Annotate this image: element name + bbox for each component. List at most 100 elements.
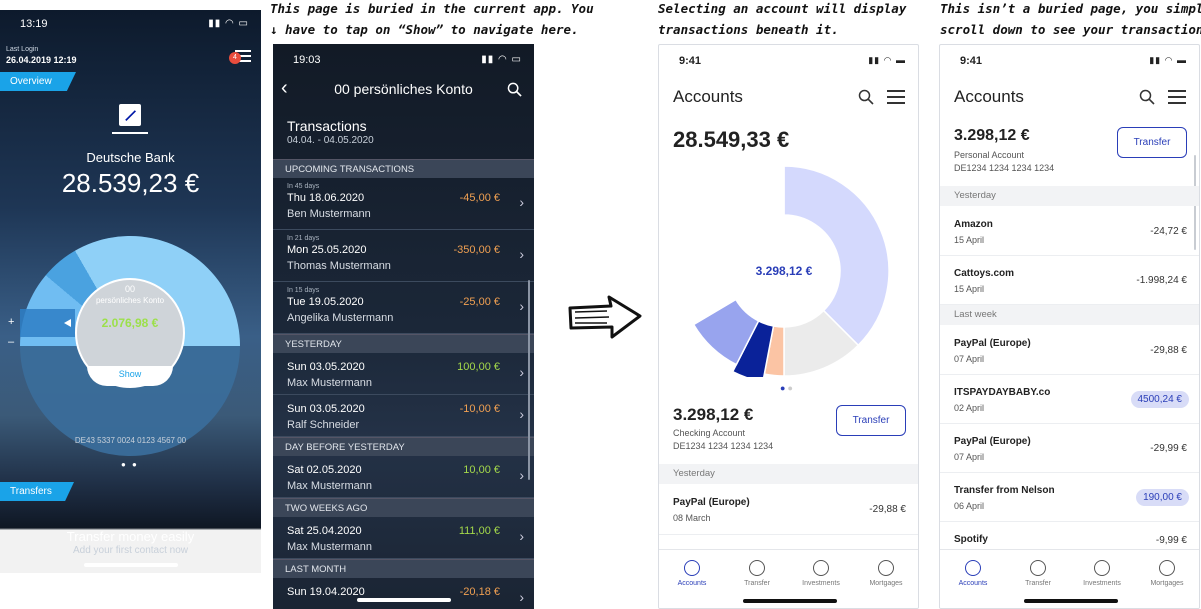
logo-underline	[112, 132, 148, 134]
transaction-date: 02 April	[954, 403, 985, 413]
account-number: 00	[124, 284, 135, 294]
nav-transfer[interactable]: Transfer	[727, 560, 787, 587]
zoom-in-button[interactable]: +	[8, 316, 14, 328]
transaction-row[interactable]: Cattoys.com 15 April -1.998,24 €	[940, 256, 1199, 305]
transaction-amount: 10,00 €	[463, 464, 500, 476]
transfer-button[interactable]: Transfer	[836, 405, 906, 436]
nav-investments[interactable]: Investments	[791, 560, 851, 587]
annotation-buried-page: This page is buried in the current app. …	[270, 0, 594, 40]
transaction-row[interactable]: PayPal (Europe) 07 April -29,99 €	[940, 424, 1199, 473]
show-button[interactable]: Show	[87, 366, 173, 386]
chevron-right-icon: ›	[519, 194, 524, 210]
transaction-name: ITSPAYDAYBABY.co	[954, 387, 1051, 398]
nav-transfer[interactable]: Transfer	[1008, 560, 1068, 587]
nav-label: Mortgages	[869, 580, 903, 587]
transaction-row[interactable]: PayPal (Europe) 08 March -29,88 €	[659, 485, 918, 535]
total-balance: 28.539,23 €	[61, 168, 200, 198]
annotation-select-account: Selecting an account will display transa…	[658, 0, 906, 40]
transaction-row[interactable]: Amazon 15 April -24,72 €	[940, 207, 1199, 256]
transaction-name: Angelika Mustermann	[287, 312, 394, 324]
nav-mortgages[interactable]: Mortgages	[1137, 560, 1197, 587]
date-range[interactable]: 04.04. - 04.05.2020	[287, 135, 374, 146]
home-indicator[interactable]	[84, 563, 178, 567]
accounts-donut-chart[interactable]: 3.298,12 €	[678, 165, 890, 377]
account-balance: 3.298,12 €	[673, 405, 754, 424]
annotation-line: This isn’t a buried page, you simply	[940, 1, 1201, 16]
page-dots: ●●	[780, 383, 795, 393]
tab-transfers[interactable]: Transfers	[0, 482, 74, 501]
section-header: Yesterday	[940, 186, 1199, 206]
mortgages-icon	[878, 560, 894, 576]
chevron-right-icon: ›	[519, 364, 524, 380]
search-icon[interactable]	[507, 82, 522, 97]
annotation-line: ↓ have to tap on “Show” to navigate here…	[270, 22, 579, 37]
account-iban: DE43 5337 0024 0123 4567 00	[74, 436, 187, 445]
section-header: Yesterday	[659, 464, 918, 484]
transaction-row[interactable]: ITSPAYDAYBABY.co 02 April 4500,24 €	[940, 375, 1199, 424]
search-icon[interactable]	[858, 89, 874, 105]
status-icons: ▮▮ ◠ ▭	[208, 18, 249, 29]
nav-label: Accounts	[958, 580, 988, 587]
nav-accounts[interactable]: Accounts	[943, 560, 1003, 587]
account-name: persönliches Konto	[95, 296, 165, 305]
nav-mortgages[interactable]: Mortgages	[856, 560, 916, 587]
tab-overview[interactable]: Overview	[0, 72, 76, 91]
transaction-row[interactable]: Sun 03.05.2020 Max Mustermann 100,00 € ›	[273, 353, 534, 395]
last-login-label: Last Login	[6, 46, 39, 53]
investments-icon	[813, 560, 829, 576]
transaction-row[interactable]: Transfer from Nelson 06 April 190,00 €	[940, 473, 1199, 522]
annotation-scroll-down: This isn’t a buried page, you simply scr…	[940, 0, 1201, 40]
status-time: 19:03	[293, 54, 321, 66]
transaction-date: 15 April	[954, 235, 985, 245]
transaction-amount: -45,00 €	[459, 192, 500, 204]
home-indicator[interactable]	[357, 598, 451, 602]
transaction-name: Max Mustermann	[287, 541, 372, 553]
account-type: Personal Account	[954, 150, 1025, 160]
transfer-icon	[749, 560, 765, 576]
transaction-row[interactable]: Sat 25.04.2020 Max Mustermann 111,00 € ›	[273, 517, 534, 559]
screenshot-root: This page is buried in the current app. …	[0, 0, 1201, 609]
status-icons: ▮▮ ◠ ▭	[481, 54, 522, 65]
transaction-date: Sat 02.05.2020	[287, 464, 362, 476]
transaction-row[interactable]: In 15 days Tue 19.05.2020 Angelika Musterm…	[273, 282, 534, 334]
transaction-amount: -24,72 €	[1150, 226, 1187, 237]
transaction-date: Sun 19.04.2020	[287, 586, 365, 598]
transactions-list: UPCOMING TRANSACTIONS In 45 days Thu 18.06…	[273, 159, 534, 609]
transaction-row[interactable]: In 45 days Thu 18.06.2020 Ben Mustermann -4…	[273, 178, 534, 230]
transfer-subtitle[interactable]: Add your first contact now	[0, 545, 261, 556]
search-icon[interactable]	[1139, 89, 1155, 105]
section-header: UPCOMING TRANSACTIONS	[273, 159, 534, 178]
transaction-date: 07 April	[954, 452, 985, 462]
nav-label: Mortgages	[1150, 580, 1184, 587]
transfer-title: Transfer money easily	[66, 529, 195, 544]
chevron-right-icon: ›	[519, 406, 524, 422]
home-indicator[interactable]	[743, 599, 837, 603]
menu-icon[interactable]	[1168, 90, 1186, 104]
nav-accounts[interactable]: Accounts	[662, 560, 722, 587]
zoom-out-button[interactable]: –	[8, 336, 14, 348]
donut-segment[interactable]	[678, 165, 785, 326]
transaction-row[interactable]: In 21 days Mon 25.05.2020 Thomas Musterman…	[273, 230, 534, 282]
nav-label: Transfer	[1025, 580, 1051, 587]
bank-name: Deutsche Bank	[86, 150, 175, 165]
accounts-icon	[965, 560, 981, 576]
transaction-name: PayPal (Europe)	[954, 338, 1031, 349]
transaction-date: Tue 19.05.2020	[287, 296, 364, 308]
transaction-row[interactable]: PayPal (Europe) 07 April -29,88 €	[940, 326, 1199, 375]
transaction-date: 15 April	[954, 284, 985, 294]
donut-center-label: 3.298,12 €	[756, 264, 813, 278]
transaction-row[interactable]: Sat 02.05.2020 Max Mustermann 10,00 € ›	[273, 456, 534, 498]
scrollbar[interactable]	[528, 280, 530, 480]
transaction-date: Mon 25.05.2020	[287, 244, 367, 256]
deutsche-bank-logo-icon	[119, 104, 141, 126]
transfer-button[interactable]: Transfer	[1117, 127, 1187, 158]
transaction-row[interactable]: Sun 19.04.2020 -20,18 € ›	[273, 578, 534, 609]
transaction-amount: -25,00 €	[459, 296, 500, 308]
transaction-date: Sun 03.05.2020	[287, 403, 365, 415]
status-icons: ▮▮ ◠ ▬	[868, 55, 906, 65]
menu-icon[interactable]	[887, 90, 905, 104]
transaction-row[interactable]: Sun 03.05.2020 Ralf Schneider -10,00 € ›	[273, 395, 534, 437]
donut-segment[interactable]	[783, 165, 890, 347]
home-indicator[interactable]	[1024, 599, 1118, 603]
nav-investments[interactable]: Investments	[1072, 560, 1132, 587]
